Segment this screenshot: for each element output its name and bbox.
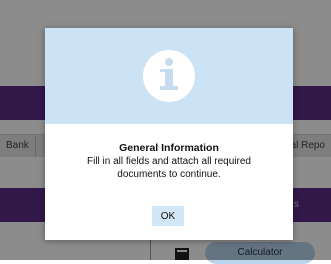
info-icon-dot [165, 58, 173, 66]
dialog-message: Fill in all fields and attach all requir… [87, 156, 251, 180]
dialog-title: General Information [119, 142, 219, 154]
info-dialog: General Information Fill in all fields a… [45, 28, 293, 240]
ok-button[interactable]: OK [152, 206, 184, 226]
info-icon [143, 50, 195, 102]
info-icon-base [160, 86, 178, 90]
dialog-header [45, 28, 293, 124]
